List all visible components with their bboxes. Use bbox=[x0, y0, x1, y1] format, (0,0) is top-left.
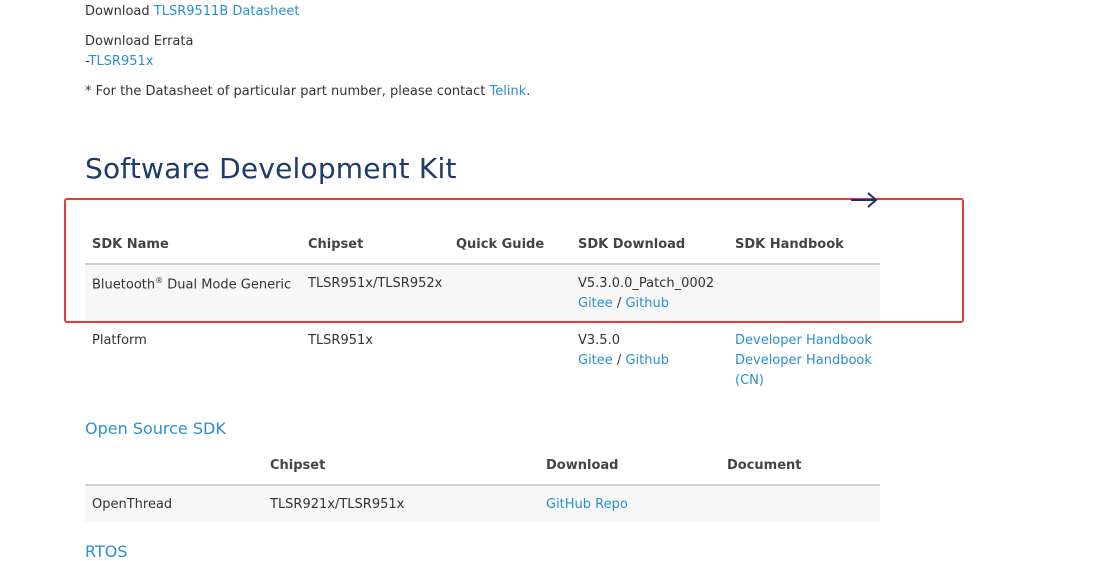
sdk-section-title: Software Development Kit bbox=[85, 152, 457, 185]
datasheet-note: * For the Datasheet of particular part n… bbox=[85, 84, 530, 99]
highlight-box bbox=[64, 198, 964, 323]
table-row bbox=[85, 486, 880, 522]
datasheet-link[interactable]: TLSR9511B Datasheet bbox=[154, 4, 300, 19]
datasheet-line: Download TLSR9511B Datasheet bbox=[85, 4, 300, 19]
developer-handbook-link[interactable]: Developer Handbook bbox=[735, 333, 872, 348]
errata-link[interactable]: TLSR951x bbox=[89, 54, 154, 69]
errata-label: Download Errata bbox=[85, 34, 194, 49]
rtos-title: RTOS bbox=[85, 542, 128, 561]
os-header-chipset: Chipset bbox=[270, 458, 326, 473]
github-repo-link[interactable]: GitHub Repo bbox=[546, 497, 628, 512]
sdk-row2-name: Platform bbox=[92, 333, 147, 348]
errata-line: -TLSR951x bbox=[85, 54, 153, 69]
os-header-document: Document bbox=[727, 458, 802, 473]
os-header-download: Download bbox=[546, 458, 619, 473]
note-prefix: * For the Datasheet of particular part n… bbox=[85, 84, 490, 99]
os-row-name: OpenThread bbox=[92, 497, 173, 512]
os-row-chipset: TLSR921x/TLSR951x bbox=[270, 497, 405, 512]
telink-link[interactable]: Telink bbox=[490, 84, 527, 99]
datasheet-prefix: Download bbox=[85, 4, 154, 19]
gitee-link[interactable]: Gitee bbox=[578, 353, 613, 368]
developer-handbook-cn-link[interactable]: Developer Handbook bbox=[735, 353, 872, 368]
note-suffix: . bbox=[526, 84, 531, 99]
sdk-row2-links: Gitee / Github bbox=[578, 353, 669, 368]
github-link[interactable]: Github bbox=[625, 353, 669, 368]
sdk-row2-version: V3.5.0 bbox=[578, 333, 620, 348]
open-source-title: Open Source SDK bbox=[85, 419, 226, 438]
sdk-row2-chipset: TLSR951x bbox=[308, 333, 373, 348]
developer-handbook-cn-suffix[interactable]: (CN) bbox=[735, 373, 764, 388]
right-arrow-icon bbox=[851, 192, 878, 208]
